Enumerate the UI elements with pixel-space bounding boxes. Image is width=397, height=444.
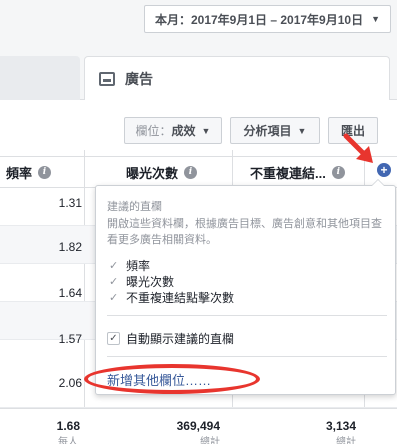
red-arrow-annotation [343, 133, 373, 163]
check-icon: ✓ [109, 276, 119, 288]
popover-description: 開啟這些資料欄，根據廣告目標、廣告創意和其他項目查看更多廣告相關資料。 [107, 218, 382, 246]
columns-button[interactable]: 欄位：成效 ▼ [124, 117, 222, 144]
total-unique-link-clicks-sub: 總計 [336, 437, 356, 444]
breakdown-label: 分析項目 [243, 124, 292, 138]
suggested-column-label: 不重複連結點擊次數 [126, 291, 235, 305]
total-frequency-sub: 每人 [58, 437, 78, 444]
caret-down-icon: ▼ [201, 125, 211, 136]
check-icon: ✓ [109, 292, 119, 304]
total-unique-link-clicks: 3,134 [325, 419, 356, 433]
frequency-cell: 2.06 [58, 376, 82, 390]
breakdown-button[interactable]: 分析項目 ▼ [230, 117, 320, 144]
popover-title: 建議的直欄 [107, 201, 162, 213]
tab-ads[interactable]: 廣告 [84, 56, 390, 100]
red-ellipse-annotation [84, 364, 260, 394]
column-header-label: 不重複連結... [250, 165, 326, 181]
column-header-impressions[interactable]: 曝光次數 i [126, 157, 198, 187]
suggested-column-item: ✓ 曝光次數 [109, 273, 174, 290]
plus-circle-icon[interactable]: + [377, 163, 391, 177]
table-toolbar: 欄位：成效 ▼ 分析項目 ▼ 匯出 [0, 100, 397, 150]
frequency-cell: 1.31 [58, 196, 82, 210]
column-header-frequency[interactable]: 頻率 i [6, 157, 52, 187]
table-header: 頻率 i 曝光次數 i 不重複連結... i [0, 156, 397, 188]
column-header-unique-link-clicks[interactable]: 不重複連結... i [250, 157, 345, 187]
frequency-cell: 1.64 [58, 286, 82, 300]
caret-down-icon: ▼ [297, 125, 307, 136]
tab-ads-label: 廣告 [125, 70, 153, 87]
columns-prefix: 欄位： [135, 124, 172, 138]
column-header-label: 頻率 [6, 165, 33, 181]
frequency-cell: 1.82 [58, 240, 82, 254]
total-frequency: 1.68 [56, 419, 80, 433]
auto-show-label: 自動顯示建議的直欄 [126, 332, 235, 346]
caret-down-icon: ▼ [371, 14, 380, 24]
info-icon[interactable]: i [38, 165, 52, 179]
total-impressions-sub: 總計 [200, 437, 220, 444]
suggested-column-item: ✓ 不重複連結點擊次數 [109, 289, 234, 306]
tab-previous[interactable] [0, 56, 80, 100]
suggested-column-label: 頻率 [126, 259, 151, 273]
date-range-label: 本月：2017年9月1日 – 2017年9月10日 [154, 12, 364, 27]
top-bar: 本月：2017年9月1日 – 2017年9月10日 ▼ [0, 0, 397, 40]
date-range-button[interactable]: 本月：2017年9月1日 – 2017年9月10日 ▼ [143, 5, 391, 33]
popover-divider [107, 315, 387, 316]
checkbox-icon[interactable]: ✓ [107, 332, 120, 345]
popover-divider [107, 356, 387, 357]
total-impressions: 369,494 [176, 419, 220, 433]
columns-value: 成效 [171, 124, 196, 138]
column-header-label: 曝光次數 [126, 165, 179, 181]
info-icon[interactable]: i [184, 165, 198, 179]
suggested-columns-popover: 建議的直欄 開啟這些資料欄，根據廣告目標、廣告創意和其他項目查看更多廣告相關資料… [95, 179, 396, 395]
suggested-column-item: ✓ 頻率 [109, 257, 150, 274]
auto-show-suggested-checkbox[interactable]: ✓ 自動顯示建議的直欄 [107, 330, 234, 347]
totals-row: 1.68 每人 369,494 總計 3,134 總計 [0, 408, 397, 444]
check-icon: ✓ [109, 260, 119, 272]
ads-tab-icon [99, 71, 115, 86]
suggested-column-label: 曝光次數 [126, 275, 175, 289]
tab-row: 廣告 [0, 40, 397, 100]
